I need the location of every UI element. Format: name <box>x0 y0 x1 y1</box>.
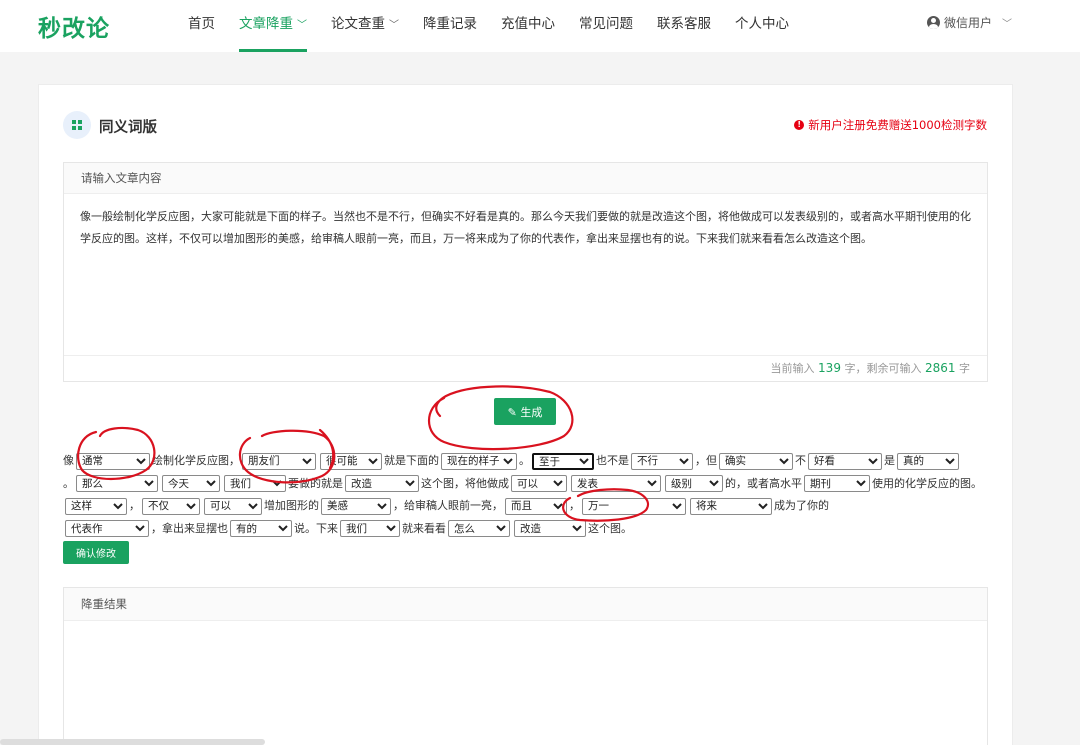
synonym-sentence-editor: 像通常 绘制化学反应图， 朋友们 很可能 就是下面的 现在的样子。至于 也不是 不行 ，但 确实不… <box>63 450 988 540</box>
synonym-select[interactable]: 期刊 <box>804 475 870 492</box>
count-remain: 2861 <box>924 361 956 375</box>
nav-faq[interactable]: 常见问题 <box>579 0 633 52</box>
generate-button[interactable]: ✎ 生成 <box>494 398 556 425</box>
sentence-text: 。 <box>519 454 530 467</box>
synonym-select[interactable]: 有的 <box>230 520 292 537</box>
nav-article-rewrite-label: 文章降重 <box>239 16 293 32</box>
sentence-text: 说。下来 <box>294 521 338 535</box>
sentence-text: 的，或者高水平 <box>725 476 802 490</box>
confirm-changes-button[interactable]: 确认修改 <box>63 541 129 564</box>
main-card: 同义词版 ! 新用户注册免费赠送1000检测字数 请输入文章内容 像一般绘制化学… <box>38 84 1013 745</box>
synonym-select[interactable]: 至于 <box>532 452 594 470</box>
nav-rewrite-history[interactable]: 降重记录 <box>423 0 477 52</box>
alert-circle-icon: ! <box>794 120 805 130</box>
synonym-select[interactable]: 发表 <box>571 475 661 492</box>
synonym-select[interactable]: 而且 <box>505 497 567 515</box>
card-title: 同义词版 <box>99 120 157 136</box>
synonym-select[interactable]: 那么 <box>76 475 158 492</box>
user-menu[interactable]: 微信用户 ﹀ <box>926 14 1012 31</box>
synonym-select[interactable]: 确实 <box>719 452 793 470</box>
synonym-select[interactable]: 真的 <box>897 452 959 470</box>
synonym-select[interactable]: 很可能 <box>320 452 382 470</box>
article-input[interactable]: 像一般绘制化学反应图，大家可能就是下面的样子。当然也不是不行，但确实不好看是真的… <box>64 194 987 356</box>
chevron-down-icon: ﹀ <box>297 20 307 31</box>
horizontal-scrollbar[interactable] <box>0 739 265 745</box>
promo-notice: ! 新用户注册免费赠送1000检测字数 <box>794 117 987 133</box>
synonym-select[interactable]: 好看 <box>808 452 882 470</box>
nav-profile[interactable]: 个人中心 <box>735 0 789 52</box>
nav-support[interactable]: 联系客服 <box>657 0 711 52</box>
sentence-text: 就是下面的 <box>384 454 439 467</box>
sentence-text: 也不是 <box>596 454 629 467</box>
logo[interactable]: 秒改论 <box>38 9 110 43</box>
count-input: 139 <box>818 361 841 375</box>
synonym-select[interactable]: 代表作 <box>65 520 149 537</box>
sentence-text: 就来看看 <box>402 521 446 535</box>
synonym-select[interactable]: 现在的样子 <box>441 452 517 470</box>
sentence-text: ，拿出来显摆也 <box>151 521 228 535</box>
synonym-select[interactable]: 今天 <box>162 475 220 492</box>
nav-article-rewrite[interactable]: 文章降重 ﹀ <box>239 0 307 52</box>
nav-paper-check[interactable]: 论文查重 ﹀ <box>331 0 399 52</box>
sentence-text: 是 <box>884 454 895 467</box>
top-navbar: 秒改论 首页 文章降重 ﹀ 论文查重 ﹀ 降重记录 充值中心 常见问题 联系客服 个… <box>0 0 1080 52</box>
count-suffix: 字 <box>959 362 970 375</box>
nav-home[interactable]: 首页 <box>188 0 215 52</box>
sentence-text: 绘制化学反应图， <box>152 454 240 467</box>
synonym-select[interactable]: 怎么 <box>448 520 510 537</box>
sentence-text: 。 <box>63 476 74 490</box>
sentence-text: 要做的就是 <box>288 476 343 490</box>
nav-recharge[interactable]: 充值中心 <box>501 0 555 52</box>
synonym-select[interactable]: 美感 <box>321 497 391 515</box>
synonym-select[interactable]: 级别 <box>665 475 723 492</box>
sentence-text: 这个图，将他做成 <box>421 476 509 490</box>
chevron-down-icon: ﹀ <box>389 20 399 31</box>
synonym-select[interactable]: 我们 <box>340 520 400 537</box>
result-header: 降重结果 <box>64 588 987 621</box>
sentence-text: ， <box>129 499 140 512</box>
synonym-select[interactable]: 我们 <box>224 475 286 492</box>
input-header: 请输入文章内容 <box>64 163 987 194</box>
synonym-select[interactable]: 不仅 <box>142 497 200 515</box>
synonym-select[interactable]: 将来 <box>690 497 772 515</box>
sentence-text: 这个图。 <box>588 521 632 535</box>
sentence-text: 不 <box>795 454 806 467</box>
synonym-select[interactable]: 朋友们 <box>242 452 316 470</box>
sentence-text: 像 <box>63 454 74 467</box>
sentence-text: ，给审稿人眼前一亮， <box>393 499 503 512</box>
grid-icon <box>63 111 91 139</box>
synonym-select[interactable]: 这样 <box>65 497 127 515</box>
result-panel: 降重结果 <box>63 587 988 745</box>
chevron-down-icon: ﹀ <box>1002 19 1012 30</box>
generate-label: 生成 <box>520 405 543 419</box>
sentence-text: ， <box>569 499 580 512</box>
synonym-select[interactable]: 可以 <box>511 475 567 492</box>
article-input-panel: 请输入文章内容 像一般绘制化学反应图，大家可能就是下面的样子。当然也不是不行，但… <box>63 162 988 382</box>
count-mid: 字，剩余可输入 <box>844 362 922 375</box>
sentence-text: ，但 <box>695 454 717 467</box>
user-circle-icon <box>926 16 940 29</box>
synonym-select[interactable]: 万一 <box>582 497 686 515</box>
promo-text: 新用户注册免费赠送1000检测字数 <box>808 118 987 132</box>
synonym-select[interactable]: 改造 <box>345 475 419 492</box>
pencil-icon: ✎ <box>507 405 517 419</box>
nav-paper-check-label: 论文查重 <box>331 16 385 32</box>
count-prefix: 当前输入 <box>770 362 815 375</box>
char-counter: 当前输入 139 字，剩余可输入 2861 字 <box>64 355 987 381</box>
sentence-text: 使用的化学反应的图。 <box>872 476 982 490</box>
synonym-select[interactable]: 可以 <box>204 497 262 515</box>
nav-links: 首页 文章降重 ﹀ 论文查重 ﹀ 降重记录 充值中心 常见问题 联系客服 个人中心 <box>188 0 813 52</box>
synonym-select[interactable]: 通常 <box>76 452 150 470</box>
sentence-text: 增加图形的 <box>264 499 319 512</box>
user-name: 微信用户 <box>943 16 992 30</box>
sentence-text: 成为了你的 <box>774 499 829 512</box>
synonym-select[interactable]: 不行 <box>631 452 693 470</box>
synonym-select[interactable]: 改造 <box>514 520 586 537</box>
